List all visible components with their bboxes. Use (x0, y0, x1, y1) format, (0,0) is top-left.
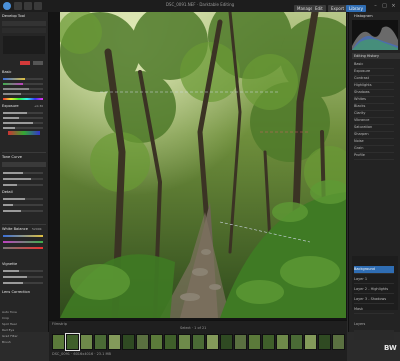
app-logo-icon (3, 2, 11, 10)
film-thumbnail[interactable] (80, 334, 93, 350)
layer-mask[interactable]: Mask (354, 306, 394, 314)
history-item[interactable]: Profile (354, 152, 394, 160)
film-thumbnail[interactable] (276, 334, 289, 350)
filmstrip-center: Select · 1 of 21 (180, 326, 207, 330)
slider-vignette-round[interactable] (3, 282, 43, 284)
slider-vignette-amount[interactable] (3, 270, 43, 272)
slider-exposure[interactable] (3, 112, 43, 114)
filmstrip-status: DSC_0091 · 6016x4016 · 23.1 MB (52, 352, 111, 356)
film-thumbnail[interactable] (304, 334, 317, 350)
slider-saturation[interactable] (3, 93, 43, 95)
forest-photo[interactable] (60, 12, 346, 318)
section-vignette[interactable]: Vignette (2, 262, 46, 267)
film-thumbnail[interactable] (164, 334, 177, 350)
histogram-chart (352, 20, 398, 50)
check-spot-heal[interactable]: Spot Heal (2, 322, 32, 326)
slider-curve-3[interactable] (3, 184, 43, 186)
rgb-bar (8, 131, 40, 135)
layers-footer: Layers (354, 322, 366, 326)
check-brush[interactable]: Brush (2, 340, 32, 344)
tab-library[interactable]: Library (346, 5, 366, 12)
exposure-value: +0.30 (34, 104, 44, 108)
tone-mode-row[interactable] (2, 162, 46, 167)
white-balance-value: 5200K (32, 227, 42, 231)
color-chip-red[interactable] (20, 61, 30, 65)
redo-icon[interactable] (34, 2, 42, 10)
tab-edit[interactable]: Edit (312, 5, 326, 12)
close-icon[interactable]: × (390, 3, 397, 9)
slider-vibrance[interactable] (3, 88, 43, 90)
tab-export[interactable]: Export (328, 5, 348, 12)
check-auto-tone[interactable]: Auto Tone (2, 310, 32, 314)
film-thumbnail[interactable] (192, 334, 205, 350)
slider-sharpen[interactable] (3, 198, 43, 200)
preset-row[interactable] (2, 28, 46, 33)
history-title: Editing History (352, 53, 400, 59)
section-basic[interactable]: Basic (2, 70, 46, 75)
slider-wb-tint[interactable] (3, 241, 43, 243)
section-tone-curve[interactable]: Tone Curve (2, 155, 46, 160)
film-thumbnail[interactable] (108, 334, 121, 350)
slider-curve-1[interactable] (3, 172, 43, 174)
left-panel-title: Develop Tool (2, 14, 25, 18)
layer-3[interactable]: Layer 3 - Shadows (354, 296, 394, 304)
film-thumbnail[interactable] (65, 333, 80, 351)
slider-highlights[interactable] (3, 122, 43, 124)
filmstrip-label: Filmstrip (52, 322, 67, 326)
tool-buttons-row[interactable] (2, 21, 46, 26)
menu-icon[interactable] (14, 2, 22, 10)
section-detail[interactable]: Detail (2, 190, 46, 195)
film-thumbnail[interactable] (178, 334, 191, 350)
slider-radius[interactable] (3, 210, 43, 212)
window-title: DSC_0091.NEF · Darktable Editing (165, 2, 235, 7)
slider-vignette-mid[interactable] (3, 276, 43, 278)
film-thumbnail[interactable] (234, 334, 247, 350)
film-thumbnail[interactable] (136, 334, 149, 350)
layer-1[interactable]: Layer 1 (354, 276, 394, 284)
section-lens-correction[interactable]: Lens Correction (2, 290, 46, 295)
film-thumbnail[interactable] (290, 334, 303, 350)
separator (2, 152, 46, 153)
corner-badge: BW (384, 344, 397, 352)
film-thumbnail[interactable] (220, 334, 233, 350)
slider-hue[interactable] (3, 98, 43, 100)
navigator-preview[interactable] (3, 36, 45, 54)
histogram-title: Histogram (354, 14, 373, 18)
undo-icon[interactable] (24, 2, 32, 10)
minimize-icon[interactable]: – (372, 3, 379, 9)
film-thumbnail[interactable] (332, 334, 345, 350)
film-thumbnail[interactable] (206, 334, 219, 350)
slider-tint[interactable] (3, 83, 43, 85)
slider-shadows[interactable] (3, 127, 43, 129)
film-thumbnail[interactable] (52, 334, 65, 350)
color-chip-gray[interactable] (33, 61, 43, 65)
film-thumbnail[interactable] (248, 334, 261, 350)
layer-controls[interactable] (354, 330, 394, 340)
check-red-eye[interactable]: Red Eye (2, 328, 32, 332)
slider-wb-temp[interactable] (3, 235, 43, 237)
slider-curve-2[interactable] (3, 178, 43, 180)
check-crop[interactable]: Crop (2, 316, 32, 320)
film-thumbnail[interactable] (122, 334, 135, 350)
slider-temp[interactable] (3, 78, 43, 80)
maximize-icon[interactable]: □ (381, 3, 388, 9)
film-thumbnail[interactable] (262, 334, 275, 350)
slider-contrast[interactable] (3, 117, 43, 119)
film-thumbnail[interactable] (94, 334, 107, 350)
check-grad-filter[interactable]: Grad Filter (2, 334, 32, 338)
film-thumbnail[interactable] (150, 334, 163, 350)
layer-2[interactable]: Layer 2 - Highlights (354, 286, 394, 294)
slider-noise[interactable] (3, 204, 43, 206)
layer-background[interactable]: Background (354, 266, 394, 274)
film-thumbnail[interactable] (318, 334, 331, 350)
separator (2, 224, 46, 225)
slider-wb-sat[interactable] (3, 247, 43, 249)
